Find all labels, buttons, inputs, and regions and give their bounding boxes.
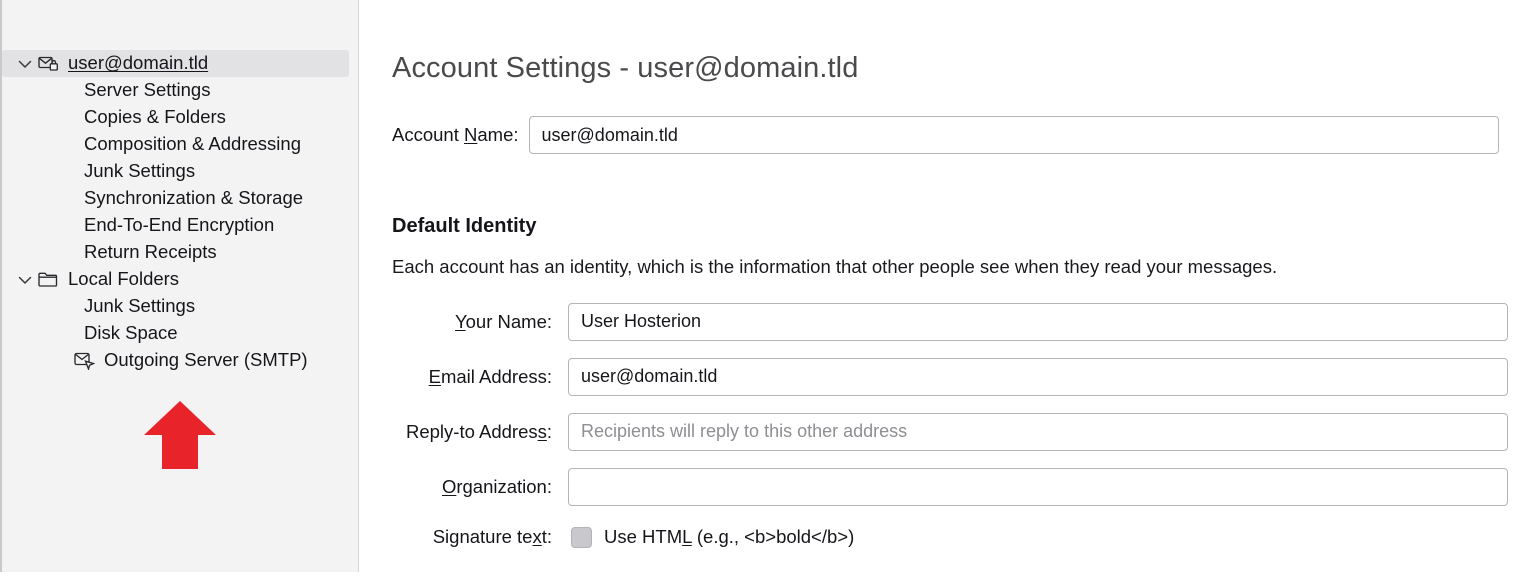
folder-icon bbox=[36, 270, 60, 290]
sidebar-item-label: Synchronization & Storage bbox=[84, 187, 304, 209]
field-input-reply-to-address[interactable] bbox=[568, 412, 1508, 451]
outgoing-server-icon bbox=[72, 351, 96, 371]
chevron-down-icon[interactable] bbox=[14, 275, 36, 285]
field-input-organization[interactable] bbox=[568, 467, 1508, 506]
signature-text-label: Signature text: bbox=[432, 526, 552, 547]
identity-form: Your Name: Email Address: Reply-to Address… bbox=[392, 302, 1508, 552]
settings-sidebar: user@domain.tld Server Settings Copies & F… bbox=[0, 0, 359, 572]
field-label-your-name: Your Name: bbox=[454, 310, 552, 332]
sidebar-item-disk-space[interactable]: Disk Space bbox=[2, 320, 358, 347]
sidebar-item-user-domain-tld[interactable]: user@domain.tld bbox=[2, 50, 349, 77]
use-html-checkbox-label[interactable]: Use HTML (e.g., <b>bold</b>) bbox=[604, 526, 854, 548]
secure-mail-icon bbox=[36, 54, 60, 74]
sidebar-item-composition-addressing[interactable]: Composition & Addressing bbox=[2, 131, 358, 158]
field-input-your-name[interactable] bbox=[568, 302, 1508, 341]
sidebar-item-junk-settings[interactable]: Junk Settings bbox=[2, 293, 358, 320]
default-identity-description: Each account has an identity, which is t… bbox=[392, 256, 1278, 277]
field-row-reply-to-address: Reply-to Address: bbox=[392, 412, 1508, 451]
red-up-arrow-annotation bbox=[144, 401, 216, 469]
sidebar-item-end-to-end-encryption[interactable]: End-To-End Encryption bbox=[2, 212, 358, 239]
field-label-reply-to-address: Reply-to Address: bbox=[405, 420, 552, 442]
sidebar-item-copies-folders[interactable]: Copies & Folders bbox=[2, 104, 358, 131]
sidebar-item-label: End-To-End Encryption bbox=[84, 214, 275, 236]
sidebar-item-label: Local Folders bbox=[68, 268, 180, 290]
sidebar-item-outgoing-server-smtp[interactable]: Outgoing Server (SMTP) bbox=[2, 347, 358, 374]
sidebar-item-junk-settings[interactable]: Junk Settings bbox=[2, 158, 358, 185]
sidebar-item-label: Outgoing Server (SMTP) bbox=[104, 349, 308, 371]
use-html-checkbox[interactable] bbox=[571, 526, 592, 548]
account-name-label: Account Name: bbox=[392, 124, 519, 145]
signature-text-row: Signature text: Use HTML (e.g., <b>bold</… bbox=[392, 522, 1508, 552]
sidebar-item-label: Copies & Folders bbox=[84, 106, 226, 128]
account-settings-window: user@domain.tld Server Settings Copies & F… bbox=[0, 0, 1529, 583]
default-identity-heading: Default Identity bbox=[392, 215, 537, 237]
sidebar-item-label: Composition & Addressing bbox=[84, 133, 301, 155]
sidebar-item-label: Server Settings bbox=[84, 79, 211, 101]
field-row-email-address: Email Address: bbox=[392, 357, 1508, 396]
settings-main-pane: Account Settings - user@domain.tld Accou… bbox=[359, 0, 1529, 583]
page-title: Account Settings - user@domain.tld bbox=[392, 52, 859, 84]
sidebar-item-return-receipts[interactable]: Return Receipts bbox=[2, 239, 358, 266]
sidebar-item-synchronization-storage[interactable]: Synchronization & Storage bbox=[2, 185, 358, 212]
account-name-input[interactable] bbox=[528, 116, 1499, 154]
field-label-email-address: Email Address: bbox=[428, 365, 552, 387]
sidebar-item-label: Return Receipts bbox=[84, 241, 217, 263]
sidebar-item-label: Junk Settings bbox=[84, 295, 196, 317]
field-row-your-name: Your Name: bbox=[392, 302, 1508, 341]
chevron-down-icon[interactable] bbox=[14, 59, 36, 69]
account-tree: user@domain.tld Server Settings Copies & F… bbox=[2, 50, 358, 374]
sidebar-item-label: Junk Settings bbox=[84, 160, 196, 182]
field-input-email-address[interactable] bbox=[568, 357, 1508, 396]
sidebar-item-label: user@domain.tld bbox=[68, 52, 209, 74]
account-name-row: Account Name: bbox=[392, 116, 1508, 154]
field-row-organization: Organization: bbox=[392, 467, 1508, 506]
sidebar-item-server-settings[interactable]: Server Settings bbox=[2, 77, 358, 104]
sidebar-item-label: Disk Space bbox=[84, 322, 178, 344]
field-label-organization: Organization: bbox=[441, 475, 552, 497]
sidebar-item-local-folders[interactable]: Local Folders bbox=[2, 266, 358, 293]
